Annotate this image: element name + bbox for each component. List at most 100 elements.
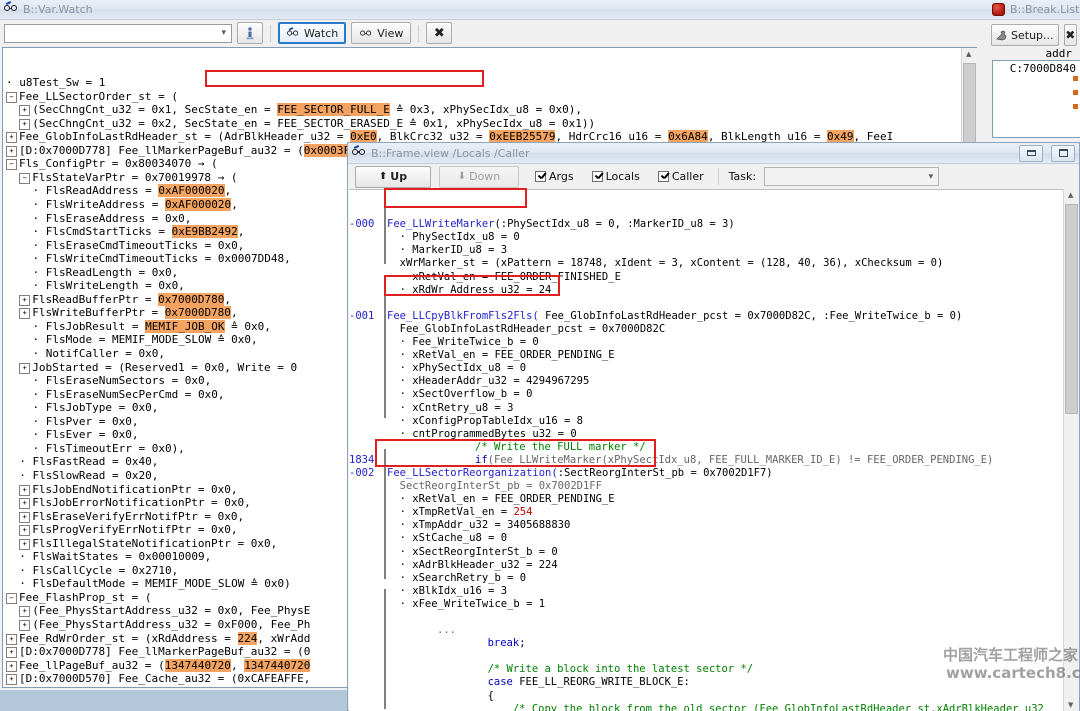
frame-line[interactable]: · cntProgrammedBytes_u32 = 0 <box>349 428 1065 441</box>
frame-local-line[interactable]: · xAdrBlkHeader_u32 = 224 <box>349 559 1065 572</box>
tree-toggle-icon[interactable]: + <box>19 511 31 523</box>
frame-function-name[interactable]: Fee_LLCpyBlkFromFls2Fls( <box>387 310 539 322</box>
locals-checkbox[interactable]: Locals <box>591 170 640 183</box>
frame-local-line[interactable]: · xSearchRetry_b = 0 <box>349 572 1065 585</box>
tree-toggle-icon[interactable]: − <box>6 91 17 103</box>
var-watch-titlebar[interactable]: B::Var.Watch <box>0 0 996 20</box>
watermark-line1: 中国汽车工程师之家 <box>943 646 1079 664</box>
watch-button[interactable]: Watch <box>278 22 347 44</box>
tail-source-line[interactable]: ... <box>349 624 1065 637</box>
scroll-down-arrow[interactable]: ▼ <box>1068 701 1073 709</box>
watch-line[interactable]: − Fee_LLSectorOrder_st = ( <box>6 90 976 104</box>
frame-line[interactable]: · xHeaderAddr_u32 = 4294967295 <box>349 375 1065 388</box>
frame-line[interactable]: · Fee_WriteTwice_b = 0 <box>349 336 1065 349</box>
frame-line[interactable]: · xRetVal_en = FEE_ORDER_FINISHED_E <box>349 271 1065 284</box>
tree-toggle-icon[interactable]: + <box>6 132 17 144</box>
tree-toggle-icon[interactable]: + <box>6 647 17 659</box>
frame-line[interactable]: · xCntRetry_u8 = 3 <box>349 402 1065 415</box>
minimize-button[interactable] <box>1019 144 1043 162</box>
frame-local-line[interactable]: · xTmpAddr_u32 = 3405688830 <box>349 519 1065 532</box>
maximize-button[interactable] <box>1051 144 1075 162</box>
frame-local-line[interactable]: · xStCache_u8 = 0 <box>349 532 1065 545</box>
source-comment-line[interactable]: /* Write the FULL marker */ <box>349 441 1065 454</box>
break-list-titlebar[interactable]: B::Break.List <box>988 0 1080 20</box>
frame-local-line[interactable]: · xRetVal_en = FEE_ORDER_PENDING_E <box>349 493 1065 506</box>
frame-line[interactable]: · xSectOverflow_b = 0 <box>349 388 1065 401</box>
caller-checkbox[interactable]: Caller <box>657 170 704 183</box>
frame-local-line[interactable]: · xFee_WriteTwice_b = 1 <box>349 598 1065 611</box>
tree-toggle-icon[interactable]: + <box>19 294 31 306</box>
chevron-down-icon[interactable]: ▾ <box>929 172 937 182</box>
tree-toggle-icon[interactable]: + <box>6 145 17 157</box>
source-code-row[interactable]: 1834 if(Fee_LLWriteMarker(xPhySectIdx_u8,… <box>349 454 1065 467</box>
frame-local-line[interactable]: · xSectReorgInterSt_b = 0 <box>349 546 1065 559</box>
tree-toggle-icon[interactable]: − <box>6 592 17 604</box>
break-clear-button[interactable]: ✖ <box>1063 24 1077 46</box>
info-button[interactable] <box>237 22 263 44</box>
frame-line[interactable]: xWrMarker_st = (xPattern = 18748, xIdent… <box>349 257 1065 270</box>
tree-toggle-icon[interactable]: + <box>19 538 31 550</box>
args-checkbox[interactable]: Args <box>535 170 574 183</box>
frame-view-titlebar[interactable]: B::Frame.view /Locals /Caller <box>348 143 1079 164</box>
tree-toggle-icon[interactable]: + <box>19 484 31 496</box>
frame-line[interactable]: -000 Fee_LLWriteMarker(:PhySectIdx_u8 = 0… <box>349 218 1065 231</box>
source-line-number: 1834 <box>349 453 375 466</box>
frame-vertical-scrollbar[interactable]: ▲ ▼ <box>1063 189 1079 711</box>
frame-blank[interactable] <box>349 611 1065 624</box>
frame-line[interactable]: Fee_GlobInfoLastRdHeader_pcst = 0x7000D8… <box>349 323 1065 336</box>
info-icon <box>246 26 254 39</box>
frame-local-line[interactable]: · xBlkIdx_u16 = 3 <box>349 585 1065 598</box>
break-list-toolbar[interactable]: Setup... ✖ <box>988 20 1080 50</box>
task-label: Task: <box>728 170 757 183</box>
tree-toggle-icon[interactable]: + <box>19 525 31 537</box>
watch-line[interactable]: · u8Test_Sw = 1 <box>6 76 976 90</box>
tree-toggle-icon[interactable]: + <box>19 498 31 510</box>
tree-toggle-icon[interactable]: + <box>19 118 31 130</box>
frame-line[interactable]: · xPhySectIdx_u8 = 0 <box>349 362 1065 375</box>
frame-view-window[interactable]: B::Frame.view /Locals /Caller ⬆ Up ⬇ Dow… <box>347 142 1080 711</box>
break-list-table[interactable]: C:7000D840 <box>992 60 1080 138</box>
watch-line[interactable]: + (SecChngCnt_u32 = 0x1, SecState_en = FE… <box>6 103 976 117</box>
frame-line[interactable]: · xConfigPropTableIdx_u16 = 8 <box>349 415 1065 428</box>
tail-source-line[interactable]: { <box>349 690 1065 703</box>
frame-local-line[interactable]: · xTmpRetVal_en = 254 <box>349 506 1065 519</box>
break-list-window[interactable]: B::Break.List Setup... ✖ addr C:7000D840 <box>988 0 1080 155</box>
table-row[interactable]: C:7000D840 <box>993 61 1080 75</box>
frame-down-button[interactable]: ⬇ Down <box>439 165 519 188</box>
frame-line[interactable]: -002 Fee_LLSectorReorganization(:SectReor… <box>349 467 1065 480</box>
clear-watch-button[interactable]: ✖ <box>426 22 453 44</box>
frame-line[interactable]: · xRetVal_en = FEE_ORDER_PENDING_E <box>349 349 1065 362</box>
frame-line[interactable] <box>349 297 1065 310</box>
frame-line[interactable]: · PhySectIdx_u8 = 0 <box>349 231 1065 244</box>
scrollbar-thumb[interactable] <box>1065 204 1078 414</box>
var-watch-toolbar[interactable]: ▾ Watch View ✖ <box>0 20 996 46</box>
tree-toggle-icon[interactable]: + <box>6 660 17 672</box>
frame-function-name[interactable]: Fee_LLSectorReorganization( <box>387 467 558 479</box>
tree-toggle-icon[interactable]: + <box>6 674 17 686</box>
frame-stack-list[interactable]: -000 Fee_LLWriteMarker(:PhySectIdx_u8 = 0… <box>349 189 1065 711</box>
view-button[interactable]: View <box>351 22 412 44</box>
tree-toggle-icon[interactable]: + <box>6 633 17 645</box>
frame-line[interactable]: SectReorgInterSt_pb = 0x7002D1FF <box>349 480 1065 493</box>
watch-expression-input[interactable]: ▾ <box>4 23 232 43</box>
break-setup-button[interactable]: Setup... <box>991 24 1059 46</box>
frame-line[interactable]: · xRdWr_Address_u32 = 24 <box>349 284 1065 297</box>
frame-function-name[interactable]: Fee_LLWriteMarker <box>387 218 494 230</box>
frame-line[interactable]: -001 Fee_LLCpyBlkFromFls2Fls( Fee_GlobInf… <box>349 310 1065 323</box>
tree-toggle-icon[interactable]: − <box>19 172 31 184</box>
tree-toggle-icon[interactable]: + <box>19 606 31 618</box>
scroll-up-arrow[interactable]: ▲ <box>1068 191 1073 199</box>
watch-line[interactable]: + (SecChngCnt_u32 = 0x2, SecState_en = FE… <box>6 117 976 131</box>
scroll-up-arrow[interactable]: ▲ <box>966 50 971 58</box>
tree-toggle-icon[interactable]: + <box>19 308 31 320</box>
tree-toggle-icon[interactable]: + <box>19 105 31 117</box>
frame-up-button[interactable]: ⬆ Up <box>355 165 431 188</box>
task-select[interactable]: ▾ <box>764 167 940 186</box>
chevron-down-icon[interactable]: ▾ <box>221 28 229 38</box>
tree-toggle-icon[interactable]: + <box>19 362 31 374</box>
tree-toggle-icon[interactable]: − <box>6 159 17 171</box>
tail-source-line[interactable]: /* Copy the block from the old sector (F… <box>349 703 1065 711</box>
tree-toggle-icon[interactable]: + <box>19 619 31 631</box>
frame-line[interactable]: · MarkerID_u8 = 3 <box>349 244 1065 257</box>
frame-view-toolbar[interactable]: ⬆ Up ⬇ Down Args Locals Caller Task: ▾ <box>348 164 1079 189</box>
